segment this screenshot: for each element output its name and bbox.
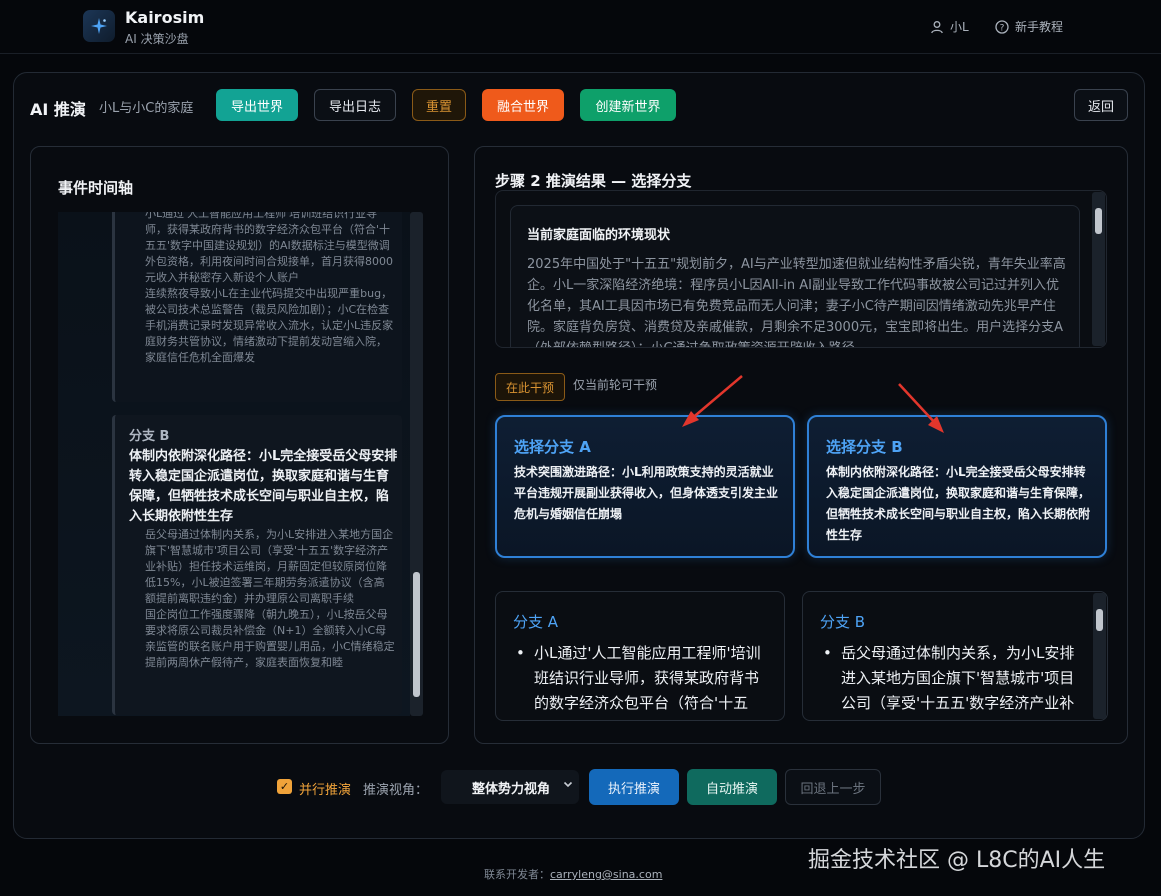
timeline-branch-label: 分支 B bbox=[129, 429, 170, 444]
branch-a-detail-text: 小L通过'人工智能应用工程师'培训班结识行业导师，获得某政府背书的数字经济众包平… bbox=[534, 644, 763, 720]
brand-subtitle: AI 决策沙盘 bbox=[125, 32, 189, 46]
app-logo[interactable] bbox=[83, 10, 115, 42]
branch-b-detail-scrollbar[interactable] bbox=[1093, 593, 1106, 719]
timeline-title: 事件时间轴 bbox=[58, 179, 134, 197]
export-world-button[interactable]: 导出世界 bbox=[216, 89, 298, 121]
undo-step-button[interactable]: 回退上一步 bbox=[785, 769, 881, 805]
user-icon bbox=[931, 20, 943, 33]
help-link[interactable]: ? 新手教程 bbox=[995, 18, 1063, 35]
branch-b-detail-scrollbar-thumb[interactable] bbox=[1096, 609, 1103, 631]
environment-status-scroll[interactable]: 当前家庭面临的环境现状 2025年中国处于"十五五"规划前夕，AI与产业转型加速… bbox=[495, 190, 1107, 348]
help-label: 新手教程 bbox=[1015, 20, 1064, 34]
step-title: 步骤 2 推演结果 — 选择分支 bbox=[495, 172, 692, 190]
bullet-icon: • bbox=[516, 644, 525, 662]
choose-branch-b-card[interactable]: 选择分支 B 体制内依附深化路径：小L完全接受岳父母安排转入稳定国企派遣岗位，换… bbox=[807, 415, 1107, 558]
view-select-value: 整体势力视角 bbox=[472, 781, 551, 797]
status-scrollbar-thumb[interactable] bbox=[1095, 208, 1102, 234]
world-name: 小L与小C的家庭 bbox=[99, 101, 194, 116]
view-label: 推演视角： bbox=[363, 783, 429, 798]
intervene-note: 仅当前轮可干预 bbox=[573, 378, 658, 392]
export-log-button[interactable]: 导出日志 bbox=[314, 89, 396, 121]
svg-text:?: ? bbox=[1000, 23, 1005, 33]
environment-status-card: 当前家庭面临的环境现状 2025年中国处于"十五五"规划前夕，AI与产业转型加速… bbox=[510, 205, 1080, 347]
developer-email-link[interactable]: carryleng@sina.com bbox=[550, 868, 662, 881]
branch-a-detail-item: • 小L通过'人工智能应用工程师'培训班结识行业导师，获得某政府背书的数字经济众… bbox=[516, 641, 766, 720]
environment-status-text: 2025年中国处于"十五五"规划前夕，AI与产业转型加速但就业结构性矛盾尖锐，青… bbox=[527, 257, 1066, 347]
parallel-label[interactable]: 并行推演 bbox=[299, 779, 351, 798]
watermark: 掘金技术社区 @ L8C的AI人生 bbox=[808, 848, 1106, 873]
environment-status-heading: 当前家庭面临的环境现状 bbox=[527, 228, 671, 243]
timeline-branch-desc: 岳父母通过体制内关系，为小L安排进入某地方国企旗下'智慧城市'项目公司（享受'十… bbox=[145, 528, 395, 669]
view-select[interactable]: 整体势力视角 bbox=[441, 770, 579, 804]
status-scrollbar[interactable] bbox=[1092, 192, 1105, 346]
timeline-scroll-area[interactable]: 小L通过'人工智能应用工程师'培训班结识行业导师，获得某政府背书的数字经济众包平… bbox=[58, 212, 410, 716]
create-world-button[interactable]: 创建新世界 bbox=[580, 89, 676, 121]
user-name: 小L bbox=[950, 20, 969, 34]
branch-b-detail-text: 岳父母通过体制内关系，为小L安排进入某地方国企旗下'智慧城市'项目公司（享受'十… bbox=[841, 644, 1075, 720]
back-button[interactable]: 返回 bbox=[1074, 89, 1128, 121]
branch-a-title: 选择分支 A bbox=[514, 438, 591, 456]
bullet-icon: • bbox=[823, 644, 832, 662]
branch-b-detail-item: • 岳父母通过体制内关系，为小L安排进入某地方国企旗下'智慧城市'项目公司（享受… bbox=[823, 641, 1083, 720]
intervene-button[interactable]: 在此干预 bbox=[495, 373, 565, 401]
branch-a-desc: 技术突围激进路径：小L利用政策支持的灵活就业平台违规开展副业获得收入，但身体透支… bbox=[514, 465, 779, 521]
reset-button[interactable]: 重置 bbox=[412, 89, 466, 121]
branch-a-detail-label: 分支 A bbox=[513, 613, 559, 631]
chevron-down-icon bbox=[562, 778, 574, 793]
footer: 联系开发者：carryleng@sina.com bbox=[484, 866, 662, 882]
parallel-checkbox[interactable]: ✓ bbox=[277, 779, 292, 794]
branch-b-detail-card[interactable]: 分支 B • 岳父母通过体制内关系，为小L安排进入某地方国企旗下'智慧城市'项目… bbox=[802, 591, 1108, 721]
branch-b-title: 选择分支 B bbox=[826, 438, 903, 456]
choose-branch-a-card[interactable]: 选择分支 A 技术突围激进路径：小L利用政策支持的灵活就业平台违规开展副业获得收… bbox=[495, 415, 795, 558]
page-title: AI 推演 bbox=[30, 100, 86, 119]
merge-world-button[interactable]: 融合世界 bbox=[482, 89, 564, 121]
timeline-event-branch-b: 分支 B 体制内依附深化路径：小L完全接受岳父母安排转入稳定国企派遣岗位，换取家… bbox=[112, 415, 402, 715]
auto-simulation-button[interactable]: 自动推演 bbox=[687, 769, 777, 805]
timeline-event-branch-a: 小L通过'人工智能应用工程师'培训班结识行业导师，获得某政府背书的数字经济众包平… bbox=[112, 212, 402, 402]
timeline-scrollbar[interactable] bbox=[410, 212, 423, 716]
run-simulation-button[interactable]: 执行推演 bbox=[589, 769, 679, 805]
top-bar: Kairosim AI 决策沙盘 小L ? 新手教程 bbox=[0, 0, 1161, 54]
brand-name: Kairosim bbox=[125, 8, 205, 27]
timeline-event-text: 小L通过'人工智能应用工程师'培训班结识行业导师，获得某政府背书的数字经济众包平… bbox=[145, 212, 394, 364]
timeline-scrollbar-thumb[interactable] bbox=[413, 572, 420, 697]
footer-prefix: 联系开发者： bbox=[484, 868, 550, 881]
timeline-branch-title: 体制内依附深化路径：小L完全接受岳父母安排转入稳定国企派遣岗位，换取家庭和谐与生… bbox=[129, 449, 398, 524]
branch-b-desc: 体制内依附深化路径：小L完全接受岳父母安排转入稳定国企派遣岗位，换取家庭和谐与生… bbox=[826, 465, 1091, 542]
branch-a-detail-card[interactable]: 分支 A • 小L通过'人工智能应用工程师'培训班结识行业导师，获得某政府背书的… bbox=[495, 591, 785, 721]
user-menu[interactable]: 小L bbox=[930, 18, 969, 35]
sparkle-icon bbox=[91, 18, 107, 34]
branch-b-detail-label: 分支 B bbox=[820, 613, 866, 631]
help-circle-icon: ? bbox=[995, 19, 1009, 34]
